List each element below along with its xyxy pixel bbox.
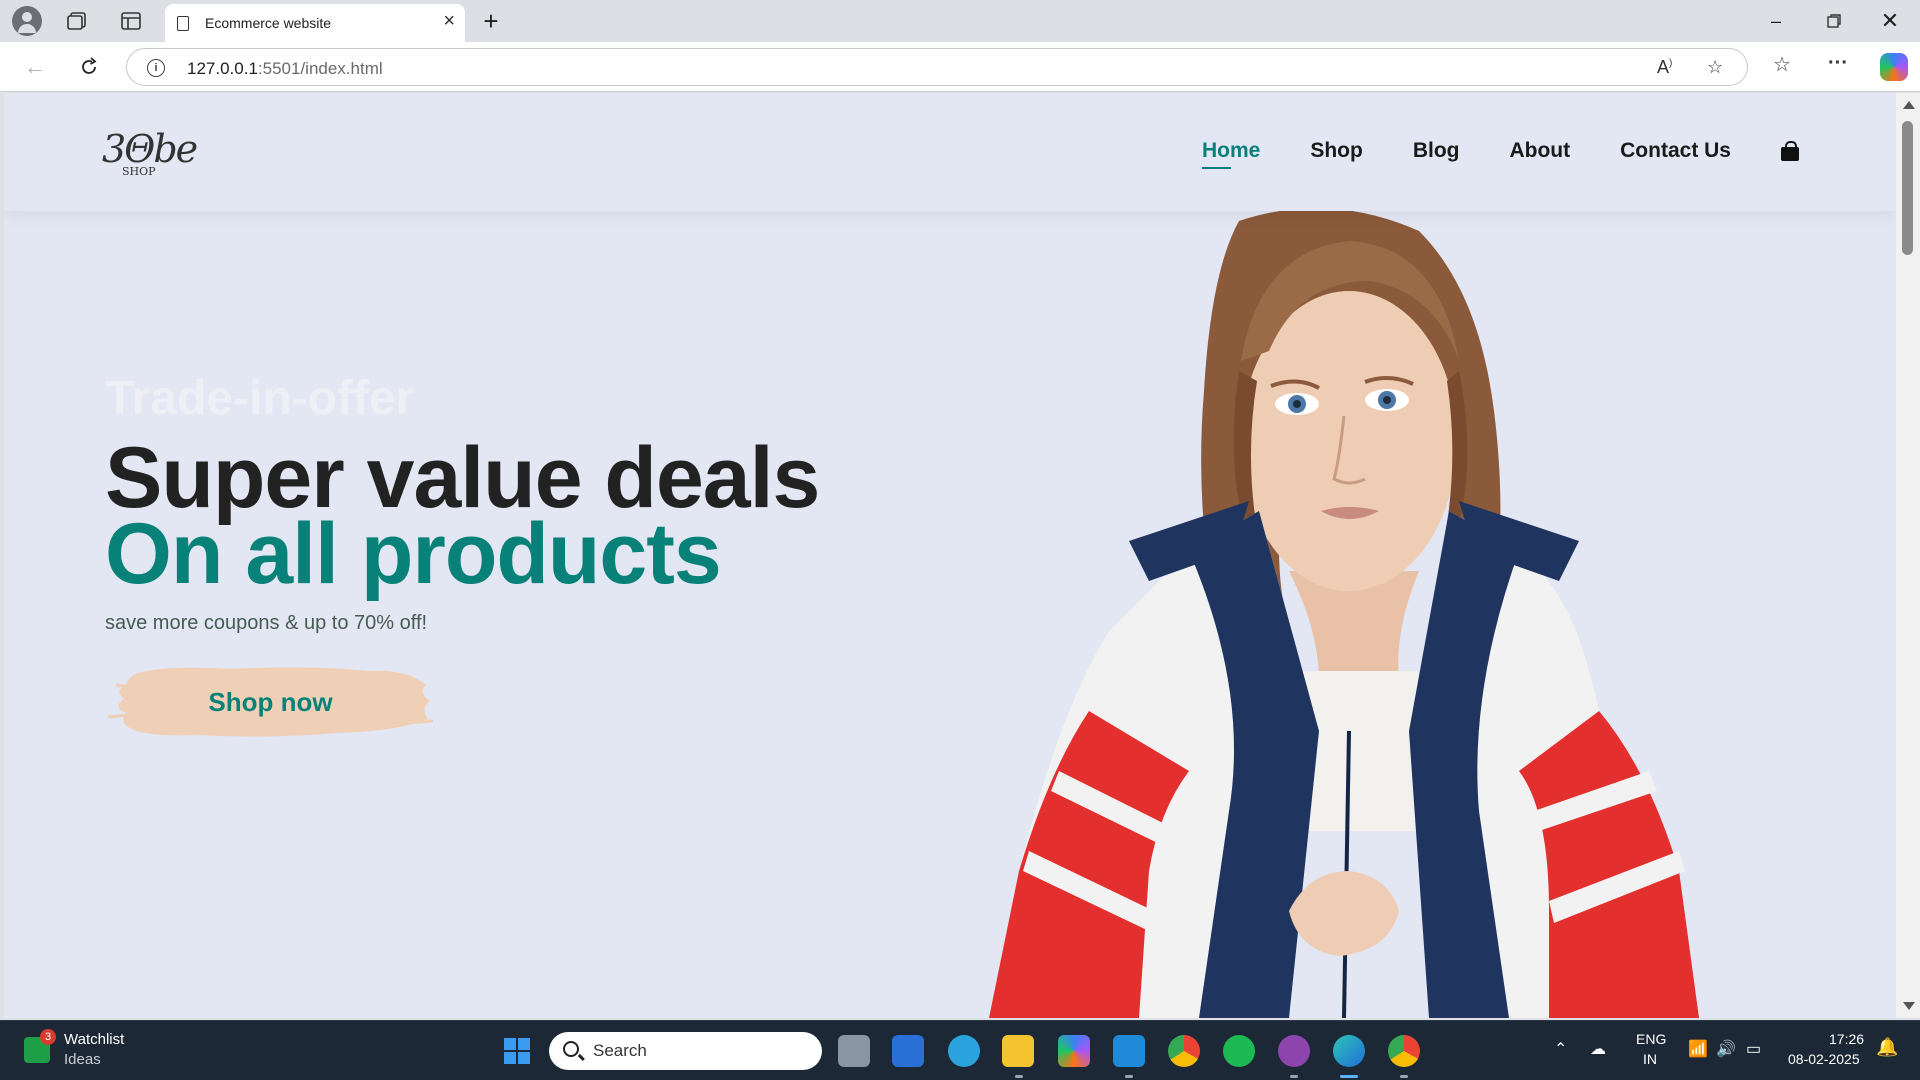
spotify-icon[interactable]	[1223, 1035, 1255, 1067]
clock-date: 08-02-2025	[1788, 1051, 1860, 1067]
widget-title[interactable]: Watchlist	[64, 1031, 124, 1048]
read-aloud-icon[interactable]: A)	[1657, 57, 1672, 78]
nav-home[interactable]: Home	[1201, 139, 1260, 169]
site-info-icon[interactable]: i	[147, 59, 165, 77]
new-tab-icon[interactable]: +	[478, 6, 504, 36]
restore-icon[interactable]	[1814, 6, 1854, 36]
running-indicator	[1340, 1075, 1358, 1078]
telegram-icon[interactable]	[948, 1035, 980, 1067]
hero-headline-accent: On all products	[105, 506, 722, 602]
battery-icon[interactable]: ▭	[1746, 1039, 1761, 1059]
hero-section: Trade-in-offer Super value deals On all …	[4, 211, 1896, 1018]
browser-tabbar: Ecommerce website × + – ✕	[0, 0, 1920, 42]
favorites-icon[interactable]: ☆	[1773, 52, 1791, 77]
scroll-down-icon[interactable]	[1903, 1002, 1915, 1010]
close-window-icon[interactable]: ✕	[1870, 6, 1910, 36]
windows-taskbar: 3 Watchlist Ideas Search ⌃ ☁ ENG IN 📶 🔊 …	[0, 1020, 1920, 1080]
hero-subtext: save more coupons & up to 70% off!	[105, 612, 428, 634]
page-icon	[177, 16, 189, 31]
clock-time[interactable]: 17:26	[1829, 1031, 1864, 1047]
tab-actions-icon[interactable]	[118, 9, 144, 33]
github-desktop-icon[interactable]	[1278, 1035, 1310, 1067]
edge-icon[interactable]	[1333, 1035, 1365, 1067]
hero-model-image	[989, 211, 1699, 1018]
hero-text: Trade-in-offer Super value deals On all …	[105, 371, 820, 635]
hero-eyebrow: Trade-in-offer	[105, 372, 415, 425]
running-indicator	[1290, 1075, 1298, 1078]
shopping-bag-icon[interactable]	[1781, 141, 1799, 161]
region-indicator: IN	[1643, 1051, 1657, 1067]
copilot-icon[interactable]	[1880, 53, 1908, 81]
chrome-icon[interactable]	[1168, 1035, 1200, 1067]
close-tab-icon[interactable]: ×	[443, 10, 455, 33]
running-indicator	[1400, 1075, 1408, 1078]
tab-ecommerce-website[interactable]: Ecommerce website ×	[165, 4, 465, 42]
main-nav: Home Shop Blog About Contact Us	[1152, 139, 1799, 169]
more-menu-icon[interactable]: ···	[1828, 52, 1848, 75]
back-icon[interactable]: ←	[20, 52, 50, 82]
profile-icon[interactable]	[12, 6, 42, 36]
widget-subtitle: Ideas	[64, 1051, 101, 1068]
notifications-icon[interactable]: 🔔	[1876, 1037, 1898, 1058]
tab-title: Ecommerce website	[205, 15, 332, 31]
scroll-up-icon[interactable]	[1903, 101, 1915, 109]
nav-shop[interactable]: Shop	[1310, 139, 1363, 163]
shop-now-button[interactable]: Shop now	[108, 663, 433, 741]
nav-blog[interactable]: Blog	[1413, 139, 1460, 163]
volume-icon[interactable]: 🔊	[1716, 1039, 1736, 1059]
file-explorer-icon[interactable]	[1002, 1035, 1034, 1067]
chrome-profile-icon[interactable]	[1388, 1035, 1420, 1067]
running-indicator	[1015, 1075, 1023, 1078]
nav-contact-us[interactable]: Contact Us	[1620, 139, 1731, 163]
taskbar-search[interactable]: Search	[549, 1032, 822, 1070]
scroll-thumb[interactable]	[1902, 121, 1913, 255]
search-icon	[563, 1041, 579, 1057]
page-scrollbar[interactable]	[1896, 93, 1920, 1018]
microsoft-store-icon[interactable]	[892, 1035, 924, 1067]
onedrive-icon[interactable]: ☁	[1590, 1039, 1606, 1059]
running-indicator	[1125, 1075, 1133, 1078]
site-header: 3Θbe SHOP Home Shop Blog About Contact U…	[4, 93, 1896, 211]
page-viewport: 3Θbe SHOP Home Shop Blog About Contact U…	[4, 93, 1896, 1018]
copilot-app-icon[interactable]	[1058, 1035, 1090, 1067]
hero-headline: Super value deals	[105, 430, 820, 526]
favorite-star-icon[interactable]: ☆	[1707, 57, 1723, 78]
nav-about[interactable]: About	[1509, 139, 1570, 163]
workspaces-icon[interactable]	[64, 9, 90, 33]
wifi-icon[interactable]: 📶	[1688, 1039, 1708, 1059]
show-hidden-icons[interactable]: ⌃	[1554, 1039, 1567, 1059]
language-indicator[interactable]: ENG	[1636, 1031, 1666, 1047]
site-logo[interactable]: 3Θbe SHOP	[102, 117, 198, 179]
url-text: 127.0.0.1:5501/index.html	[187, 59, 383, 78]
start-icon[interactable]	[501, 1035, 533, 1067]
vscode-icon[interactable]	[1113, 1035, 1145, 1067]
browser-toolbar: ← i 127.0.0.1:5501/index.html A) ☆ ☆ ···	[0, 42, 1920, 92]
widget-badge: 3	[40, 1029, 56, 1045]
minimize-icon[interactable]: –	[1756, 6, 1796, 36]
refresh-icon[interactable]	[74, 52, 104, 82]
address-bar[interactable]: i 127.0.0.1:5501/index.html A) ☆	[126, 48, 1748, 86]
task-view-icon[interactable]	[838, 1035, 870, 1067]
